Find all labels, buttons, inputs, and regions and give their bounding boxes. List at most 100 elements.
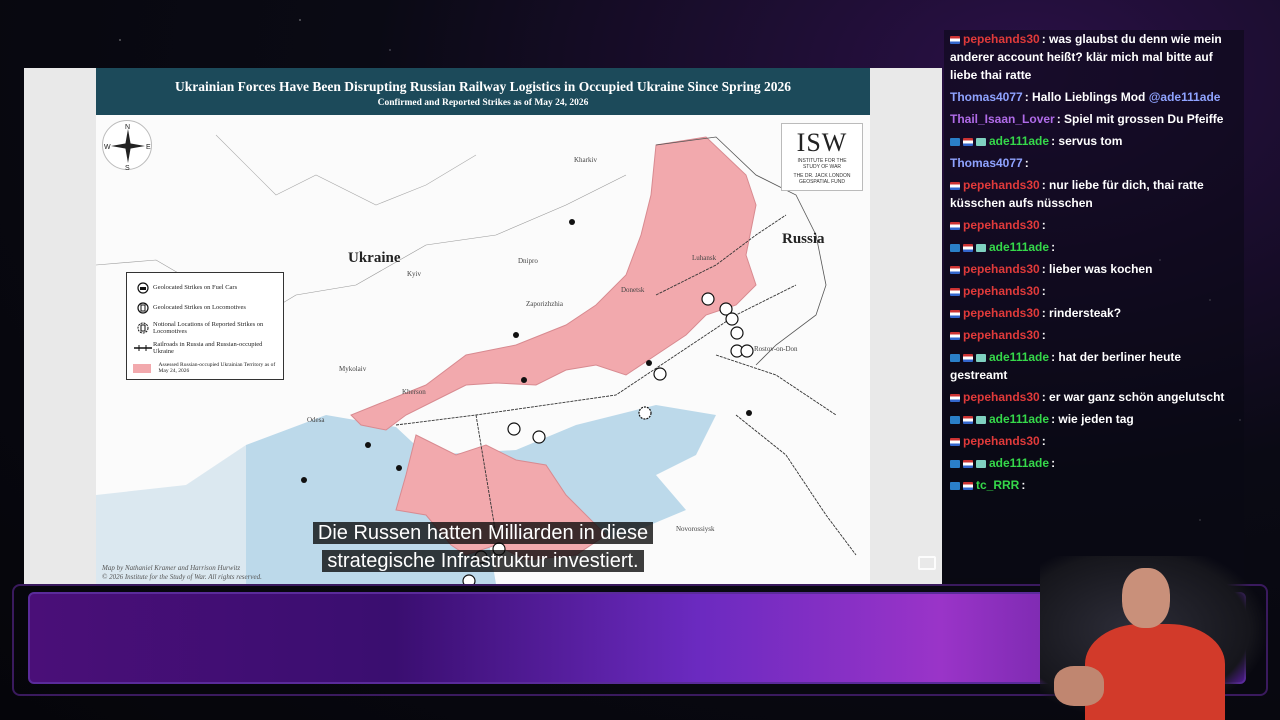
caption-line-1: Die Russen hatten Milliarden in diese	[312, 522, 654, 544]
chat-message-text: : Spiel mit grossen Du Pfeiffe	[1056, 112, 1224, 126]
chat-mention[interactable]: @ade111ade	[1149, 90, 1221, 104]
chat-message: pepehands30:	[950, 282, 1236, 300]
label-novorossiysk: Novorossiysk	[676, 525, 715, 533]
flag-badge-icon	[963, 137, 973, 146]
chat-username[interactable]: ade111ade	[989, 350, 1049, 364]
video-caption: Die Russen hatten Milliarden in diese st…	[287, 519, 679, 575]
sub-badge-icon	[976, 137, 986, 146]
chat-message-text: : wie jeden tag	[1051, 412, 1134, 426]
label-odesa: Odesa	[307, 416, 325, 424]
chat-message: ade111ade: wie jeden tag	[950, 410, 1236, 428]
label-zaporizhzhia: Zaporizhzhia	[526, 300, 563, 308]
legend-locomotives: Geolocated Strikes on Locomotives	[133, 298, 277, 318]
chat-username[interactable]: pepehands30	[963, 328, 1040, 342]
flag-badge-icon	[963, 415, 973, 424]
chat-message: pepehands30: was glaubst du denn wie mei…	[950, 30, 1236, 84]
chat-message: ade111ade:	[950, 454, 1236, 472]
video-settings-icon[interactable]	[918, 556, 936, 570]
chat-username[interactable]: pepehands30	[963, 434, 1040, 448]
caption-line-2: strategische Infrastruktur investiert.	[322, 550, 644, 572]
chat-username[interactable]: Thomas4077	[950, 90, 1023, 104]
chat-message-text: : er war ganz schön angelutscht	[1041, 390, 1225, 404]
isw-map: Ukrainian Forces Have Been Disrupting Ru…	[96, 68, 870, 584]
compass-rose: N S E W	[102, 120, 152, 172]
map-credits: Map by Nathaniel Kramer and Harrison Hur…	[102, 564, 262, 581]
chat-username[interactable]: tc_RRR	[976, 478, 1019, 492]
chat-username[interactable]: pepehands30	[963, 178, 1040, 192]
chat-username[interactable]: pepehands30	[963, 284, 1040, 298]
label-ukraine: Ukraine	[348, 250, 401, 266]
chat-message: ade111ade: hat der berliner heute gestre…	[950, 348, 1236, 384]
streamer-arm	[1054, 666, 1104, 706]
flag-badge-icon	[963, 481, 973, 490]
flag-badge-icon	[950, 35, 960, 44]
flag-badge-icon	[950, 309, 960, 318]
flag-badge-icon	[950, 331, 960, 340]
flag-badge-icon	[950, 437, 960, 446]
vip-badge-icon	[950, 481, 960, 490]
chat-message: pepehands30: er war ganz schön angelutsc…	[950, 388, 1236, 406]
chat-username[interactable]: ade111ade	[989, 134, 1049, 148]
map-legend: Geolocated Strikes on Fuel Cars Geolocat…	[126, 272, 284, 380]
map-subtitle: Confirmed and Reported Strikes as of May…	[377, 98, 589, 108]
chat-message-text: :	[1021, 478, 1026, 492]
label-kharkiv: Kharkiv	[574, 156, 597, 164]
chat-username[interactable]: Thomas4077	[950, 156, 1023, 170]
streamer-head	[1122, 568, 1170, 628]
video-player[interactable]: Ukrainian Forces Have Been Disrupting Ru…	[24, 68, 942, 584]
flag-badge-icon	[950, 181, 960, 190]
chat-username[interactable]: pepehands30	[963, 262, 1040, 276]
sub-badge-icon	[976, 243, 986, 252]
map-title-bar: Ukrainian Forces Have Been Disrupting Ru…	[96, 68, 870, 115]
legend-railroads: Railroads in Russia and Russian-occupied…	[134, 340, 263, 355]
chat-message-text: :	[1051, 456, 1056, 470]
chat-message-text: : lieber was kochen	[1041, 262, 1153, 276]
chat-username[interactable]: pepehands30	[963, 306, 1040, 320]
vip-badge-icon	[950, 353, 960, 362]
chat-message: pepehands30:	[950, 326, 1236, 344]
label-donetsk: Donetsk	[621, 286, 645, 294]
svg-text:W: W	[104, 144, 111, 151]
label-rostov: Rostov-on-Don	[754, 345, 798, 353]
flag-badge-icon	[950, 265, 960, 274]
svg-text:N: N	[125, 124, 130, 131]
chat-message-text: :	[1024, 156, 1029, 170]
sub-badge-icon	[976, 459, 986, 468]
chat-username[interactable]: ade111ade	[989, 456, 1049, 470]
chat-message: pepehands30: rindersteak?	[950, 304, 1236, 322]
chat-username[interactable]: ade111ade	[989, 412, 1049, 426]
chat-message-text: : rindersteak?	[1041, 306, 1122, 320]
isw-logo: ISW INSTITUTE FOR THE STUDY OF WAR THE D…	[781, 123, 863, 191]
chat-message-text: :	[1041, 218, 1046, 232]
chat-message: Thomas4077: Hallo Lieblings Mod @ade111a…	[950, 88, 1236, 106]
vip-badge-icon	[950, 243, 960, 252]
flag-badge-icon	[950, 393, 960, 402]
streamer-body	[1085, 624, 1225, 720]
chat-username[interactable]: Thail_Isaan_Lover	[950, 112, 1055, 126]
chat-panel[interactable]: pepehands30: was glaubst du denn wie mei…	[944, 30, 1244, 578]
legend-fuel-cars: Geolocated Strikes on Fuel Cars	[133, 278, 277, 298]
chat-message: Thail_Isaan_Lover: Spiel mit grossen Du …	[950, 110, 1236, 128]
sub-badge-icon	[976, 353, 986, 362]
chat-message: pepehands30:	[950, 432, 1236, 450]
chat-username[interactable]: ade111ade	[989, 240, 1049, 254]
svg-text:E: E	[146, 144, 151, 151]
chat-message: pepehands30: lieber was kochen	[950, 260, 1236, 278]
flag-badge-icon	[963, 459, 973, 468]
flag-badge-icon	[963, 243, 973, 252]
chat-username[interactable]: pepehands30	[963, 32, 1040, 46]
flag-badge-icon	[963, 353, 973, 362]
chat-message: Thomas4077:	[950, 154, 1236, 172]
legend-notional: Notional Locations of Reported Strikes o…	[133, 318, 277, 338]
chat-username[interactable]: pepehands30	[963, 218, 1040, 232]
vip-badge-icon	[950, 137, 960, 146]
label-mykolaiv: Mykolaiv	[339, 365, 367, 373]
occupied-swatch	[133, 363, 151, 373]
svg-text:S: S	[125, 165, 130, 171]
chat-username[interactable]: pepehands30	[963, 390, 1040, 404]
chat-message-text: :	[1051, 240, 1056, 254]
label-luhansk: Luhansk	[692, 254, 717, 262]
chat-message: ade111ade: servus tom	[950, 132, 1236, 150]
chat-message: tc_RRR:	[950, 476, 1236, 494]
chat-message: pepehands30:	[950, 216, 1236, 234]
